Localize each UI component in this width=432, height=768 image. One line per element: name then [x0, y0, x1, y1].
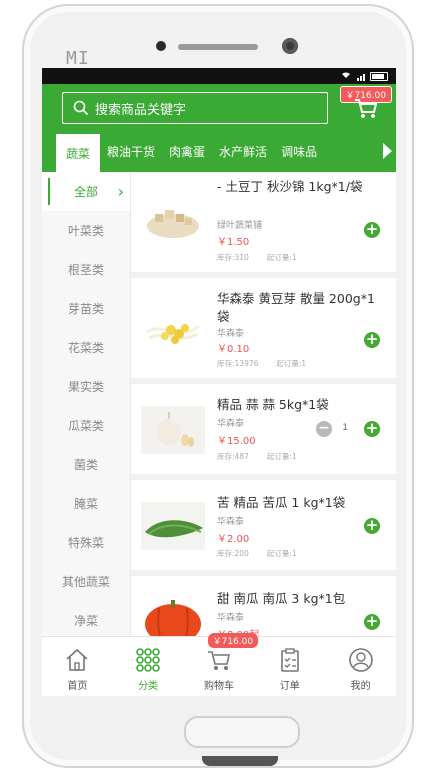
- product-stock: 库存:487: [217, 452, 249, 461]
- product-stock: 库存:310: [217, 253, 249, 262]
- product-brand: 华森泰: [217, 517, 245, 527]
- tab-orders[interactable]: 订单: [254, 637, 325, 696]
- product-row[interactable]: - 土豆丁 秋沙锦 1kg*1/袋 绿叶蔬菜铺 ￥1.50 库存:310 起订量:…: [131, 172, 396, 278]
- tab-orders-label: 订单: [279, 681, 300, 692]
- user-icon: [348, 648, 373, 672]
- tab-cart[interactable]: ￥716.00 购物车: [184, 633, 259, 696]
- product-row[interactable]: 苦 精品 苦瓜 1 kg*1袋 华森泰 ￥2.00 库存:200 起订量:1 +: [131, 480, 396, 576]
- product-price: ￥0.10: [217, 344, 250, 355]
- decrease-quantity-button[interactable]: −: [316, 421, 332, 437]
- sidebar-item-prepared[interactable]: 净菜: [42, 601, 130, 640]
- grid-icon: [136, 648, 160, 672]
- brand-logo: MI: [66, 48, 90, 69]
- add-to-cart-button[interactable]: +: [364, 332, 380, 348]
- sidebar-item-leafy[interactable]: 叶菜类: [42, 211, 130, 250]
- product-row[interactable]: 甜 南瓜 南瓜 3 kg*1包 华森泰 ￥8.00起 +: [131, 576, 396, 636]
- front-camera: [282, 38, 298, 54]
- tab-vegetables[interactable]: 蔬菜: [56, 134, 101, 172]
- battery-icon: [370, 71, 388, 81]
- app-screen: 搜索商品关键字 ￥716.00 蔬菜 粮油干货 肉禽蛋 水产鲜活 调味品 全部 …: [42, 68, 396, 696]
- product-name: - 土豆丁 秋沙锦 1kg*1/袋: [217, 179, 363, 194]
- bean-sprouts-image: [146, 324, 200, 344]
- pumpkin-image: [145, 600, 201, 636]
- product-list: - 土豆丁 秋沙锦 1kg*1/袋 绿叶蔬菜铺 ￥1.50 库存:310 起订量:…: [131, 172, 396, 636]
- product-row[interactable]: 华森泰 黄豆芽 散量 200g*1袋 华森泰 ￥0.10 库存:13976 起订量…: [131, 278, 396, 384]
- sidebar-item-melon[interactable]: 瓜菜类: [42, 406, 130, 445]
- tab-cart-label: 购物车: [203, 681, 234, 692]
- bitter-melon-image: [141, 502, 205, 550]
- signal-icon: [356, 71, 365, 81]
- product-name: 华森泰 黄豆芽 散量 200g*1袋: [217, 291, 375, 324]
- search-input[interactable]: 搜索商品关键字: [62, 92, 328, 124]
- product-stock: 库存:200: [217, 549, 249, 558]
- product-name: 甜 南瓜 南瓜 3 kg*1包: [217, 591, 346, 606]
- proximity-sensor: [156, 41, 166, 51]
- cart-icon: [355, 99, 378, 118]
- earpiece-speaker: [178, 44, 258, 50]
- product-min-order: 起订量:1: [276, 359, 307, 368]
- cart-button[interactable]: [354, 98, 378, 124]
- product-price: ￥15.00: [217, 436, 256, 447]
- product-min-order: 起订量:1: [266, 549, 297, 558]
- sidebar-item-fruit[interactable]: 果实类: [42, 367, 130, 406]
- add-to-cart-button[interactable]: +: [364, 421, 380, 437]
- sidebar-item-sprouts[interactable]: 芽苗类: [42, 289, 130, 328]
- cart-icon: [207, 651, 230, 670]
- product-stock: 库存:13976: [217, 359, 259, 368]
- tab-category-label: 分类: [138, 681, 159, 692]
- add-to-cart-button[interactable]: +: [364, 614, 380, 630]
- category-tabs: 蔬菜 粮油干货 肉禽蛋 水产鲜活 调味品: [42, 130, 396, 172]
- bottom-port: [202, 756, 278, 766]
- bottom-tab-bar: 首页 分类 ￥716.00 购物车 订单 我的: [42, 633, 396, 696]
- product-row[interactable]: 精品 蒜 蒜 5kg*1袋 华森泰 ￥15.00 库存:487 起订量:1 − 1…: [131, 384, 396, 480]
- status-bar: [42, 68, 396, 84]
- search-placeholder: 搜索商品关键字: [95, 102, 187, 118]
- sidebar-item-mushroom[interactable]: 菌类: [42, 445, 130, 484]
- tab-grain-oil[interactable]: 粮油干货: [100, 130, 162, 172]
- home-button[interactable]: [184, 716, 300, 748]
- add-to-cart-button[interactable]: +: [364, 222, 380, 238]
- tab-seafood[interactable]: 水产鲜活: [212, 130, 274, 172]
- clipboard-icon: [280, 648, 299, 672]
- product-brand: 华森泰: [217, 419, 245, 429]
- scroll-right-icon[interactable]: [383, 143, 392, 159]
- wifi-icon: [341, 71, 351, 82]
- tab-category[interactable]: 分类: [113, 637, 184, 696]
- product-min-order: 起订量:1: [266, 253, 297, 262]
- diced-potato-image: [147, 210, 199, 238]
- tab-home-label: 首页: [67, 681, 88, 692]
- sidebar-item-root[interactable]: 根茎类: [42, 250, 130, 289]
- subcategory-sidebar: 全部 叶菜类 根茎类 芽苗类 花菜类 果实类 瓜菜类 菌类 腌菜 特殊菜 其他蔬…: [42, 172, 131, 636]
- garlic-image: [141, 406, 205, 454]
- tab-seasoning[interactable]: 调味品: [274, 130, 324, 172]
- app-header: 搜索商品关键字 ￥716.00: [42, 84, 396, 130]
- add-to-cart-button[interactable]: +: [364, 518, 380, 534]
- sidebar-item-special[interactable]: 特殊菜: [42, 523, 130, 562]
- product-min-order: 起订量:1: [266, 452, 297, 461]
- quantity-value: 1: [342, 423, 348, 433]
- sidebar-item-all[interactable]: 全部: [42, 172, 130, 211]
- product-brand: 华森泰: [217, 613, 245, 623]
- sidebar-item-pickled[interactable]: 腌菜: [42, 484, 130, 523]
- tab-home[interactable]: 首页: [42, 637, 113, 696]
- tab-meat-egg[interactable]: 肉禽蛋: [162, 130, 212, 172]
- product-name: 精品 蒜 蒜 5kg*1袋: [217, 397, 329, 412]
- sidebar-item-flower[interactable]: 花菜类: [42, 328, 130, 367]
- cart-total-badge: ￥716.00: [207, 633, 259, 648]
- product-name: 苦 精品 苦瓜 1 kg*1袋: [217, 495, 346, 510]
- sidebar-item-other[interactable]: 其他蔬菜: [42, 562, 130, 601]
- product-brand: 华森泰: [217, 329, 245, 339]
- tab-profile[interactable]: 我的: [325, 637, 396, 696]
- search-icon: [73, 100, 89, 116]
- product-price: ￥1.50: [217, 237, 250, 248]
- product-brand: 绿叶蔬菜铺: [217, 221, 263, 231]
- tab-profile-label: 我的: [350, 681, 371, 692]
- product-price: ￥2.00: [217, 534, 250, 545]
- home-icon: [66, 648, 88, 671]
